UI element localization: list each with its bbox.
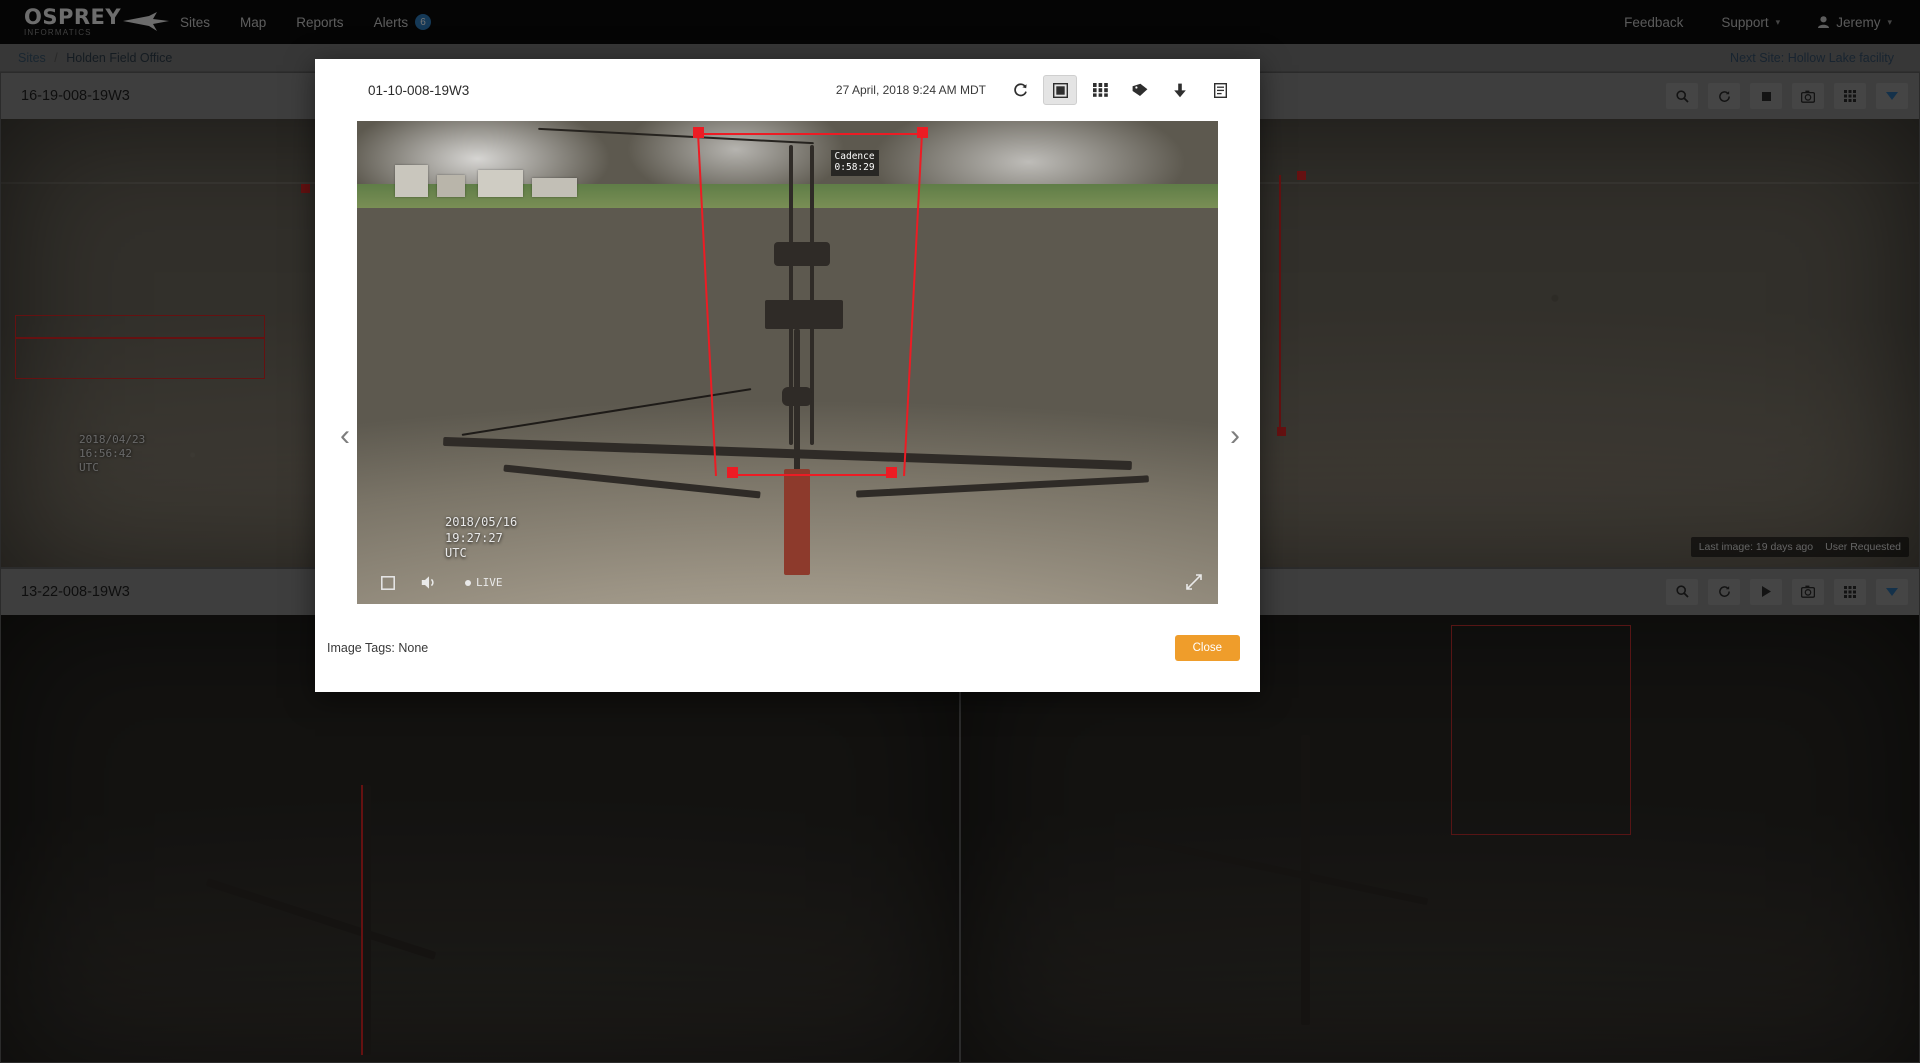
modal-timestamp: 27 April, 2018 9:24 AM MDT [836, 83, 986, 97]
detection-handle-bottom-left[interactable] [727, 467, 738, 478]
viewer-stamp-time: 19:27:27 [445, 531, 503, 545]
image-tags-row: Image Tags: None [327, 641, 428, 655]
modal-toolbar: 27 April, 2018 9:24 AM MDT [836, 75, 1240, 105]
single-view-icon[interactable] [1043, 75, 1077, 105]
live-dot-icon [465, 580, 471, 586]
equipment-valve [782, 387, 811, 406]
next-image-button[interactable]: › [1230, 421, 1240, 451]
refresh-icon[interactable] [1003, 75, 1037, 105]
image-viewer[interactable]: Cadence 0:58:29 2018/05/16 19:27:27 UTC … [357, 121, 1218, 604]
viewer-stamp-zone: UTC [445, 546, 467, 560]
live-indicator: LIVE [465, 576, 503, 589]
volume-icon[interactable] [421, 575, 439, 590]
modal-footer: Image Tags: None Close [315, 604, 1260, 692]
equipment-block [765, 300, 842, 329]
viewer-stamp-date: 2018/05/16 [445, 515, 517, 529]
close-button[interactable]: Close [1175, 635, 1240, 661]
detection-top-edge [697, 133, 921, 135]
equipment-riser [784, 469, 810, 575]
detection-handle-top-left[interactable] [693, 127, 704, 138]
fullscreen-icon[interactable] [1186, 574, 1202, 590]
cadence-value: 0:58:29 [835, 162, 875, 173]
previous-image-button[interactable]: ‹ [340, 421, 350, 451]
live-label: LIVE [476, 576, 503, 589]
detection-handle-top-right[interactable] [917, 127, 928, 138]
viewer-controls: LIVE [381, 575, 503, 590]
detection-bottom-edge [732, 474, 891, 476]
stop-icon[interactable] [381, 576, 395, 590]
equipment-valve [774, 242, 830, 266]
report-icon[interactable] [1203, 75, 1237, 105]
viewer-timestamp-overlay: 2018/05/16 19:27:27 UTC [445, 515, 517, 562]
cadence-label-overlay: Cadence 0:58:29 [831, 150, 879, 176]
image-tags-value: None [398, 641, 428, 655]
download-icon[interactable] [1163, 75, 1197, 105]
modal-body: ‹ › [315, 121, 1260, 604]
modal-header: 01-10-008-19W3 27 April, 2018 9:24 AM MD… [315, 59, 1260, 121]
background-buildings [383, 157, 590, 200]
modal-title: 01-10-008-19W3 [368, 83, 469, 98]
image-tags-label: Image Tags: [327, 641, 395, 655]
image-viewer-modal: 01-10-008-19W3 27 April, 2018 9:24 AM MD… [315, 59, 1260, 692]
cadence-title: Cadence [835, 151, 875, 162]
detection-handle-bottom-right[interactable] [886, 467, 897, 478]
tag-icon[interactable] [1123, 75, 1157, 105]
grid-view-icon[interactable] [1083, 75, 1117, 105]
